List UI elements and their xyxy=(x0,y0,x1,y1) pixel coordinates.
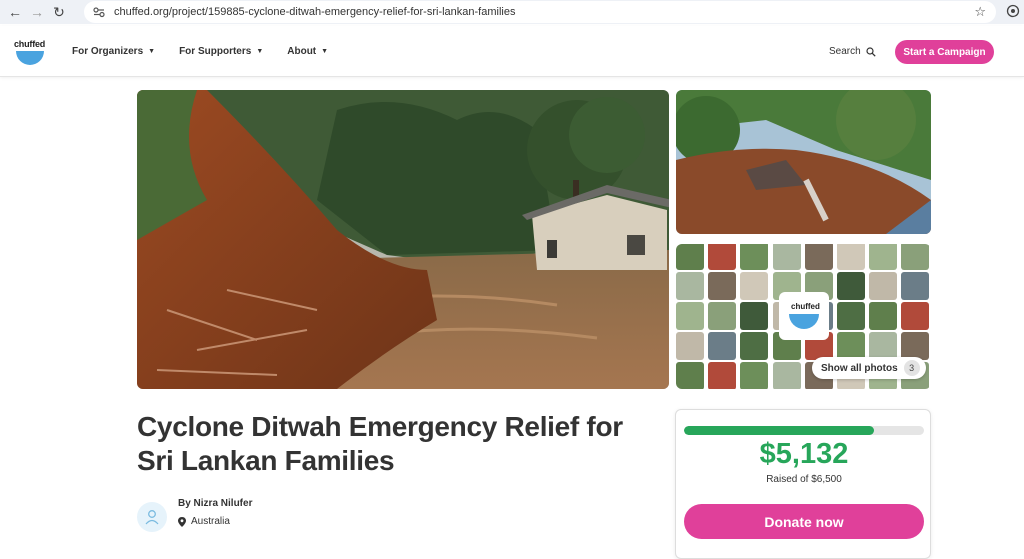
organizer-name[interactable]: By Nizra Nilufer xyxy=(178,498,252,509)
collage-thumbnail xyxy=(772,244,801,270)
search-label: Search xyxy=(829,46,861,57)
amount-raised: $5,132 xyxy=(759,438,849,470)
collage-thumbnail xyxy=(837,302,865,330)
extension-icon[interactable] xyxy=(1006,4,1020,18)
collage-thumbnail xyxy=(869,332,898,360)
collage-thumbnail xyxy=(708,302,737,330)
location-text: Australia xyxy=(191,516,230,527)
secondary-campaign-photo[interactable] xyxy=(676,90,931,234)
chuffed-logo[interactable]: chuffed xyxy=(14,39,48,67)
organizer-avatar[interactable] xyxy=(137,502,167,532)
progress-fill xyxy=(684,426,874,435)
collage-thumbnail xyxy=(676,362,704,389)
campaign-title: Cyclone Ditwah Emergency Relief for Sri … xyxy=(137,411,623,476)
show-all-label: Show all photos xyxy=(821,362,898,374)
donate-now-button[interactable]: Donate now xyxy=(684,504,924,539)
collage-thumbnail xyxy=(740,244,769,270)
caret-down-icon: ▼ xyxy=(321,48,329,55)
search-link[interactable]: Search xyxy=(829,46,876,57)
site-settings-icon[interactable] xyxy=(92,5,106,19)
collage-thumbnail xyxy=(901,244,930,270)
logo-bowl-icon xyxy=(16,51,44,65)
browser-toolbar: ← → ↻ chuffed.org/project/159885-cyclone… xyxy=(0,0,1024,24)
collage-thumbnail xyxy=(740,302,769,330)
collage-thumbnail xyxy=(901,332,930,360)
collage-thumbnail xyxy=(708,332,737,360)
nav-about[interactable]: About ▼ xyxy=(287,46,328,57)
collage-thumbnail xyxy=(740,272,769,300)
user-icon xyxy=(145,510,159,525)
collage-thumbnail xyxy=(869,302,898,330)
nav-label: About xyxy=(287,46,317,57)
nav-label: For Supporters xyxy=(179,46,252,57)
collage-thumbnail xyxy=(837,272,865,300)
collage-thumbnail xyxy=(869,244,898,270)
url-text: chuffed.org/project/159885-cyclone-ditwa… xyxy=(114,6,516,18)
collage-chuffed-logo: chuffed xyxy=(779,292,829,340)
search-icon xyxy=(866,46,876,57)
collage-thumbnail xyxy=(804,244,833,270)
collage-logo-text: chuffed xyxy=(791,302,820,311)
collage-thumbnail xyxy=(708,272,737,300)
progress-bar xyxy=(684,426,924,435)
collage-thumbnail xyxy=(676,272,704,300)
nav-for-organizers[interactable]: For Organizers ▼ xyxy=(72,46,155,57)
show-all-photos-button[interactable]: Show all photos 3 xyxy=(812,357,926,379)
collage-thumbnail xyxy=(869,272,898,300)
site-header: chuffed For Organizers ▼ For Supporters ▼ … xyxy=(0,26,1024,77)
address-bar[interactable]: chuffed.org/project/159885-cyclone-ditwa… xyxy=(84,1,996,23)
nav-for-supporters[interactable]: For Supporters ▼ xyxy=(179,46,263,57)
campaign-location: Australia xyxy=(178,516,230,527)
collage-thumbnail xyxy=(676,302,704,330)
collage-thumbnail xyxy=(740,362,769,389)
back-arrow-icon[interactable]: ← xyxy=(4,1,26,23)
logo-text: chuffed xyxy=(14,39,46,49)
collage-thumbnail xyxy=(740,332,769,360)
collage-thumbnail xyxy=(708,244,737,270)
forward-arrow-icon[interactable]: → xyxy=(26,1,48,23)
start-campaign-button[interactable]: Start a Campaign xyxy=(895,40,994,64)
collage-thumbnail xyxy=(901,302,930,330)
photo-count-badge: 3 xyxy=(903,360,920,376)
collage-thumbnail xyxy=(708,362,737,389)
logo-bowl-icon xyxy=(789,314,819,329)
caret-down-icon: ▼ xyxy=(148,48,156,55)
bookmark-star-icon[interactable]: ☆ xyxy=(974,4,986,20)
collage-thumbnail xyxy=(837,332,865,360)
nav-label: For Organizers xyxy=(72,46,144,57)
main-nav: For Organizers ▼ For Supporters ▼ About ▼ xyxy=(72,46,352,57)
goal-text: Raised of $6,500 xyxy=(766,474,842,485)
collage-thumbnail xyxy=(772,362,801,389)
collage-thumbnail xyxy=(676,332,704,360)
reload-icon[interactable]: ↻ xyxy=(48,1,70,23)
caret-down-icon: ▼ xyxy=(256,48,264,55)
donation-card: $5,132 Raised of $6,500 Donate now xyxy=(675,409,931,559)
main-campaign-photo[interactable] xyxy=(137,90,669,389)
collage-thumbnail xyxy=(676,244,704,270)
map-pin-icon xyxy=(178,516,186,527)
collage-thumbnail xyxy=(901,272,930,300)
collage-thumbnail xyxy=(837,244,865,270)
